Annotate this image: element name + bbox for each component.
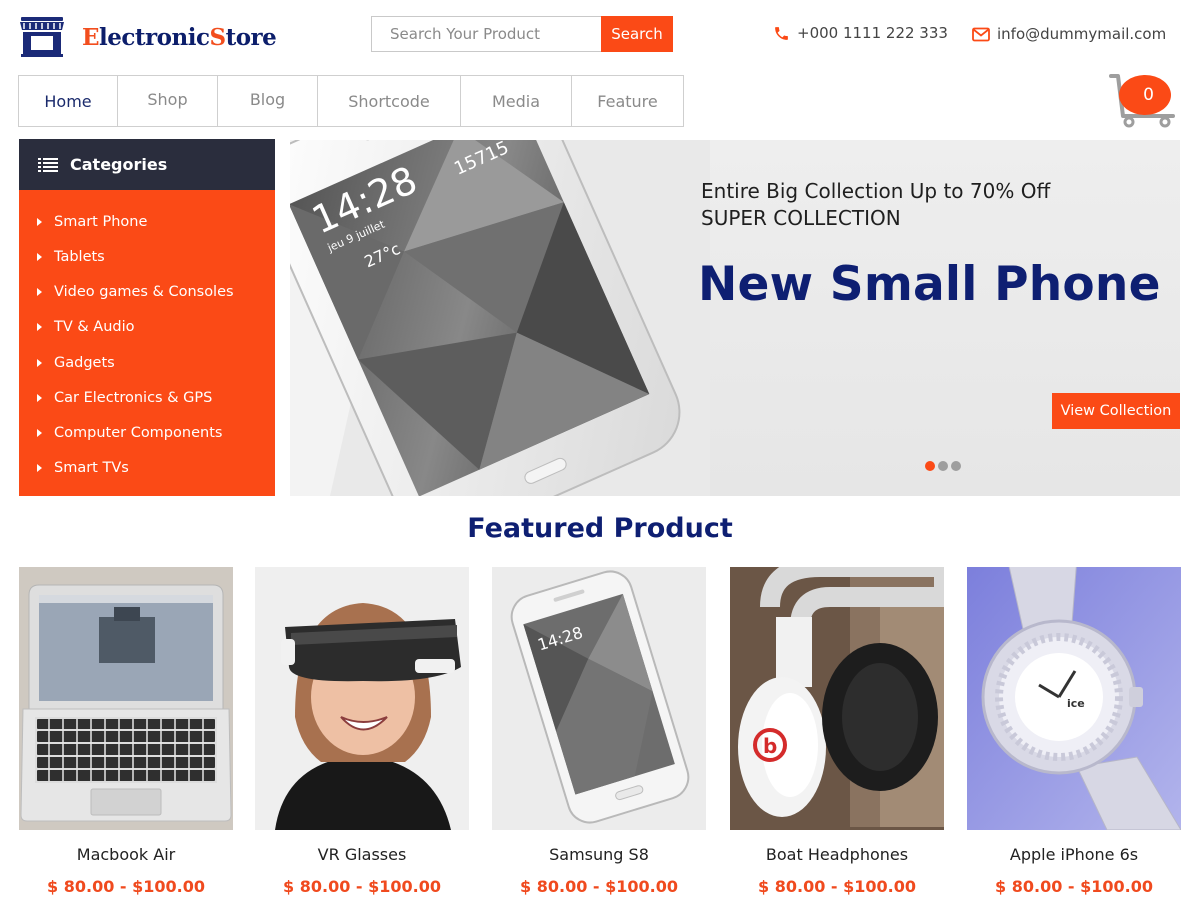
store-logo[interactable]: ElectronicStore (18, 16, 277, 58)
shop-icon (20, 17, 64, 57)
nav-media[interactable]: Media (461, 76, 572, 126)
nav-shop[interactable]: Shop (118, 76, 218, 126)
product-card[interactable]: VR Glasses $ 80.00 - $100.00 (255, 567, 469, 896)
caret-right-icon (37, 323, 42, 331)
store-name: ElectronicStore (82, 23, 277, 51)
product-card[interactable]: 14:28 Samsung S8 $ 80.00 - $100.00 (492, 567, 706, 896)
slider-dot[interactable] (938, 461, 948, 471)
search-button[interactable]: Search (601, 16, 673, 52)
product-price: $ 80.00 - $100.00 (283, 877, 441, 896)
category-item[interactable]: Smart Phone (19, 205, 275, 238)
email-address: info@dummymail.com (997, 25, 1167, 43)
hero-title: New Small Phone (698, 257, 1161, 312)
product-price: $ 80.00 - $100.00 (520, 877, 678, 896)
categories-list: Smart Phone Tablets Video games & Consol… (19, 190, 275, 496)
category-item[interactable]: TV & Audio (19, 307, 275, 347)
category-item[interactable]: Car Electronics & GPS (19, 379, 275, 417)
watch-brand-text: ice (1067, 697, 1085, 710)
envelope-icon (972, 27, 990, 41)
product-image-laptop[interactable] (19, 567, 233, 830)
product-name[interactable]: Samsung S8 (492, 845, 706, 864)
slider-dot[interactable] (925, 461, 935, 471)
hero-subtitle: Entire Big Collection Up to 70% Off (701, 179, 1051, 203)
featured-title: Featured Product (467, 513, 733, 544)
product-name[interactable]: Macbook Air (19, 845, 233, 864)
product-image-phone[interactable]: 14:28 (492, 567, 706, 830)
categories-panel: Categories Smart Phone Tablets Video gam… (19, 139, 275, 496)
slider-dots (925, 461, 961, 471)
caret-right-icon (37, 217, 42, 226)
view-collection-button[interactable]: View Collection (1052, 393, 1180, 429)
hero-tagline: SUPER COLLECTION (701, 206, 901, 230)
category-item[interactable]: Gadgets (19, 347, 275, 379)
product-name[interactable]: Boat Headphones (730, 845, 944, 864)
phone-icon (775, 26, 788, 40)
product-name[interactable]: Apple iPhone 6s (967, 845, 1181, 864)
category-item[interactable]: Video games & Consoles (19, 276, 275, 307)
product-card[interactable]: Macbook Air $ 80.00 - $100.00 (19, 567, 233, 896)
slider-dot[interactable] (951, 461, 961, 471)
search-bar: Search (371, 16, 673, 52)
product-image-vr-headset[interactable] (255, 567, 469, 830)
product-image-headphones[interactable]: b (730, 557, 954, 830)
product-price: $ 80.00 - $100.00 (995, 877, 1153, 896)
nav-shortcode[interactable]: Shortcode (318, 76, 461, 126)
nav-feature[interactable]: Feature (572, 76, 683, 126)
search-input[interactable] (371, 16, 601, 52)
category-item[interactable]: Computer Components (19, 417, 275, 449)
caret-right-icon (37, 429, 42, 437)
list-icon (38, 157, 58, 172)
caret-right-icon (37, 253, 42, 261)
category-item[interactable]: Tablets (19, 238, 275, 276)
product-image-watch[interactable]: ice (967, 556, 1182, 831)
main-nav: Home Shop Blog Shortcode Media Feature (18, 75, 684, 127)
nav-home[interactable]: Home (19, 76, 118, 126)
cart-count-badge: 0 (1119, 75, 1171, 115)
beats-logo: b (763, 734, 777, 758)
categories-header: Categories (19, 139, 275, 190)
email-contact[interactable]: info@dummymail.com (972, 25, 1166, 43)
caret-right-icon (37, 287, 42, 296)
phone-number: +000 1111 222 333 (797, 24, 948, 42)
caret-right-icon (37, 464, 42, 472)
product-name[interactable]: VR Glasses (255, 845, 469, 864)
category-item[interactable]: Smart TVs (19, 449, 275, 487)
product-price: $ 80.00 - $100.00 (758, 877, 916, 896)
product-card[interactable]: b Boat Headphones $ 80.00 - $100.00 (730, 557, 954, 896)
product-price: $ 80.00 - $100.00 (47, 877, 205, 896)
categories-title: Categories (70, 155, 168, 174)
product-card[interactable]: ice Apple iPhone 6s $ 80.00 - $100.00 (967, 556, 1182, 896)
phone-contact[interactable]: +000 1111 222 333 (773, 24, 948, 42)
nav-blog[interactable]: Blog (218, 76, 318, 126)
hero-phone-image: 14:28 jeu 9 juillet 27°c 15715 (290, 140, 710, 496)
caret-right-icon (37, 359, 42, 367)
hero-banner: 14:28 jeu 9 juillet 27°c 15715 Entire Bi… (290, 140, 1180, 496)
caret-right-icon (37, 394, 42, 402)
cart-button[interactable]: 0 (1109, 72, 1177, 128)
